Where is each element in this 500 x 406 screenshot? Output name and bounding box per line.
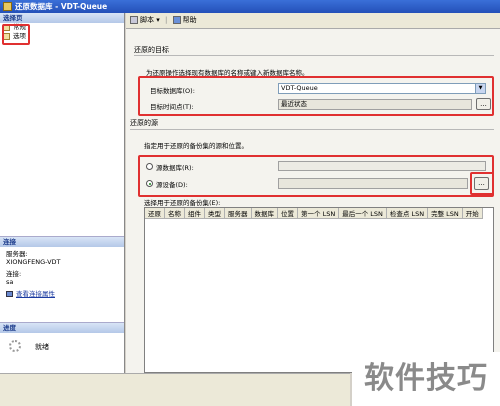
backup-sets-label: 选择用于还原的备份集(E): <box>144 199 221 207</box>
grid-header-row: 还原 名称 组件 类型 服务器 数据库 位置 第一个 LSN 最后一个 LSN 检查点 LSN 完整… <box>145 208 483 219</box>
connection-header: 连接 <box>0 237 124 247</box>
grid-column-header[interactable]: 完整 LSN <box>427 208 463 219</box>
progress-spinner-icon <box>9 340 21 352</box>
section-divider <box>130 129 494 130</box>
grid-column-header[interactable]: 数据库 <box>251 208 278 219</box>
connection-panel: 连接 服务器: XIONGFENG-VDT 连接: sa 查看连接属性 <box>0 236 124 321</box>
script-icon <box>130 16 138 24</box>
grid-column-header[interactable]: 类型 <box>204 208 225 219</box>
highlight-box-source <box>138 155 494 197</box>
connection-label: 连接: <box>6 270 22 278</box>
progress-header: 进度 <box>0 323 124 333</box>
grid-column-header[interactable]: 还原 <box>145 208 165 219</box>
restore-target-title: 还原的目标 <box>134 46 169 54</box>
grid-column-header[interactable]: 开始 <box>462 208 483 219</box>
left-pane: 选择页 常规 选项 连接 服务器: XIONGFENG-VDT 连接: sa 查… <box>0 13 125 373</box>
toolbar-separator: | <box>164 16 168 24</box>
grid-column-header[interactable]: 位置 <box>277 208 298 219</box>
backup-sets-grid[interactable]: 还原 名称 组件 类型 服务器 数据库 位置 第一个 LSN 最后一个 LSN 检查点 LSN 完整… <box>144 207 494 373</box>
highlight-box-target <box>138 76 494 116</box>
script-label: 脚本 <box>140 16 154 24</box>
toolbar: 脚本 ▾ | 帮助 <box>126 13 500 29</box>
grid-column-header[interactable]: 检查点 LSN <box>386 208 429 219</box>
view-connection-properties-link[interactable]: 查看连接属性 <box>16 290 55 298</box>
window-title: 还原数据库 - VDT-Queue <box>15 2 108 11</box>
connection-properties-icon <box>6 291 13 297</box>
title-bar: 还原数据库 - VDT-Queue <box>0 0 500 13</box>
grid-column-header[interactable]: 第一个 LSN <box>297 208 340 219</box>
section-divider <box>134 55 494 56</box>
help-icon <box>172 16 181 24</box>
restore-source-title: 还原的源 <box>130 119 158 127</box>
grid-column-header[interactable]: 服务器 <box>224 208 252 219</box>
help-button[interactable]: 帮助 <box>172 16 197 24</box>
highlight-box-pages <box>2 24 30 45</box>
right-pane: 脚本 ▾ | 帮助 还原的目标 为还原操作选择现有数据库的名称或键入新数据库名称… <box>126 13 500 373</box>
grid-column-header[interactable]: 组件 <box>184 208 205 219</box>
status-bar <box>0 373 350 406</box>
database-icon <box>3 2 12 11</box>
grid-column-header[interactable]: 最后一个 LSN <box>338 208 387 219</box>
progress-status: 就绪 <box>35 343 49 351</box>
progress-panel: 进度 就绪 <box>0 322 124 373</box>
restore-source-description: 指定用于还原的备份集的源和位置。 <box>144 142 248 150</box>
server-value: XIONGFENG-VDT <box>6 258 61 266</box>
chevron-down-icon: ▾ <box>156 16 160 24</box>
select-page-header: 选择页 <box>0 13 124 23</box>
help-label: 帮助 <box>182 16 197 24</box>
grid-column-header[interactable]: 名称 <box>164 208 185 219</box>
script-button[interactable]: 脚本 ▾ <box>130 16 160 24</box>
watermark: 软件技巧 <box>352 352 500 406</box>
server-label: 服务器: <box>6 250 28 258</box>
connection-value: sa <box>6 278 14 286</box>
